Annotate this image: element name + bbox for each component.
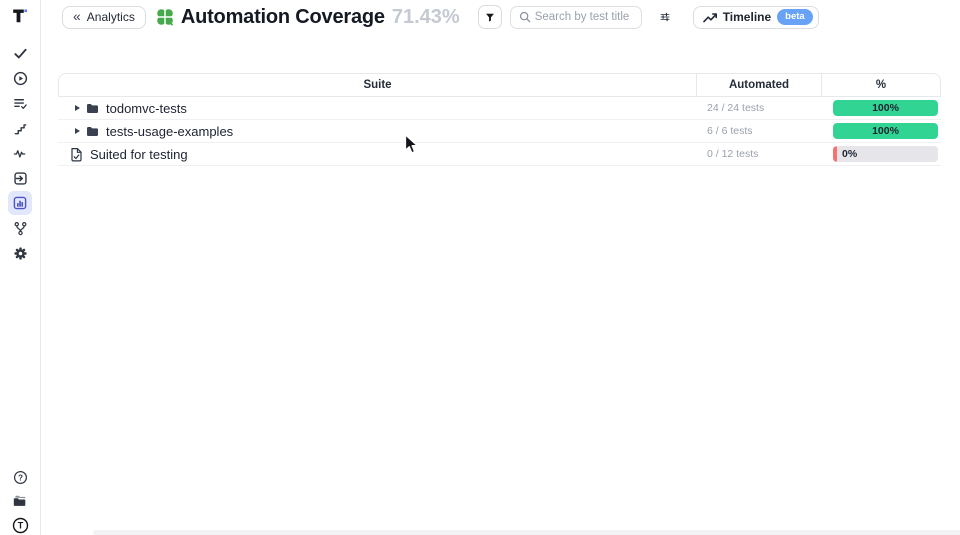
play-circle-icon	[13, 71, 28, 86]
sidebar-item-import[interactable]	[0, 170, 40, 186]
back-button-label: Analytics	[87, 10, 135, 24]
column-header-percent: %	[821, 74, 940, 96]
folders-icon	[12, 494, 28, 508]
expand-caret-icon[interactable]	[75, 128, 80, 134]
suite-cell: todomvc-tests	[58, 101, 697, 116]
sidebar-item-plans[interactable]	[0, 95, 40, 111]
search-box	[510, 6, 642, 29]
sidebar-item-steps[interactable]	[0, 120, 40, 136]
sidebar-item-projects[interactable]	[0, 493, 40, 509]
timeline-button-label: Timeline	[723, 10, 771, 24]
horizontal-scrollbar[interactable]	[93, 530, 960, 535]
active-item-highlight	[8, 191, 32, 215]
column-header-automated: Automated	[696, 74, 821, 96]
coverage-percent-label: 100%	[833, 100, 938, 116]
sidebar: ? T	[0, 0, 41, 535]
gear-icon	[13, 246, 28, 261]
sidebar-item-settings[interactable]	[0, 245, 40, 261]
trend-line-icon	[703, 11, 717, 23]
sidebar-item-profile[interactable]: T	[0, 516, 40, 534]
coverage-bar: 100%	[833, 100, 938, 116]
app-logo[interactable]	[0, 7, 40, 25]
help-circle-icon: ?	[13, 470, 28, 485]
folder-icon	[86, 103, 99, 114]
sidebar-item-tests[interactable]	[0, 45, 40, 61]
suite-name: todomvc-tests	[106, 101, 187, 116]
sidebar-item-branches[interactable]	[0, 220, 40, 236]
table-settings-button[interactable]	[654, 6, 676, 28]
automated-count: 24 / 24 tests	[697, 102, 822, 114]
suite-cell: Suited for testing	[58, 147, 697, 162]
sliders-icon	[660, 10, 670, 24]
bar-chart-icon	[13, 196, 27, 210]
back-to-analytics-button[interactable]: « Analytics	[62, 6, 146, 29]
coverage-bar-fill	[833, 146, 837, 162]
coverage-percent-label: 0%	[842, 146, 857, 162]
coverage-bar: 0%	[833, 146, 938, 162]
coverage-percent-label: 100%	[833, 123, 938, 139]
letter-t-circle-icon: T	[12, 517, 29, 534]
timeline-button[interactable]: Timeline beta	[693, 6, 819, 29]
file-check-icon	[70, 147, 83, 162]
table-row[interactable]: Suited for testing 0 / 12 tests 0%	[58, 143, 941, 166]
beta-badge: beta	[777, 9, 813, 25]
coverage-table: Suite Automated % todomvc-tests 24 / 24 …	[58, 73, 941, 166]
steps-icon	[13, 121, 28, 136]
coverage-bar: 100%	[833, 123, 938, 139]
percent-cell: 0%	[822, 146, 941, 162]
svg-text:?: ?	[18, 473, 23, 482]
table-row[interactable]: tests-usage-examples 6 / 6 tests 100%	[58, 120, 941, 143]
table-header-row: Suite Automated %	[58, 73, 941, 97]
search-icon	[519, 11, 531, 23]
list-check-icon	[13, 96, 28, 111]
automated-count: 6 / 6 tests	[697, 125, 822, 137]
pulse-icon	[13, 146, 28, 161]
coverage-percentage: 71.43%	[392, 6, 460, 29]
sidebar-item-runs[interactable]	[0, 70, 40, 86]
chevrons-left-icon: «	[73, 9, 81, 23]
top-bar: « Analytics Automation Coverage 71.43%	[40, 0, 960, 34]
funnel-icon	[485, 11, 495, 24]
suite-cell: tests-usage-examples	[58, 124, 697, 139]
search-input[interactable]	[535, 11, 641, 23]
check-icon	[13, 46, 28, 61]
filter-button[interactable]	[478, 5, 502, 29]
page-title: Automation Coverage	[181, 6, 385, 29]
suite-name: Suited for testing	[90, 147, 188, 162]
sidebar-item-analytics[interactable]	[0, 191, 40, 215]
percent-cell: 100%	[822, 123, 941, 139]
letter-t-logo-icon	[11, 7, 29, 25]
folder-icon	[86, 126, 99, 137]
expand-caret-icon[interactable]	[75, 105, 80, 111]
table-row[interactable]: todomvc-tests 24 / 24 tests 100%	[58, 97, 941, 120]
percent-cell: 100%	[822, 100, 941, 116]
branch-icon	[13, 221, 28, 236]
suite-name: tests-usage-examples	[106, 124, 233, 139]
sidebar-item-pulse[interactable]	[0, 145, 40, 161]
automated-count: 0 / 12 tests	[697, 148, 822, 160]
svg-text:T: T	[17, 520, 23, 530]
run-box-icon	[13, 171, 28, 186]
column-header-suite: Suite	[59, 74, 696, 96]
sidebar-item-help[interactable]: ?	[0, 469, 40, 485]
clover-icon	[155, 7, 175, 27]
